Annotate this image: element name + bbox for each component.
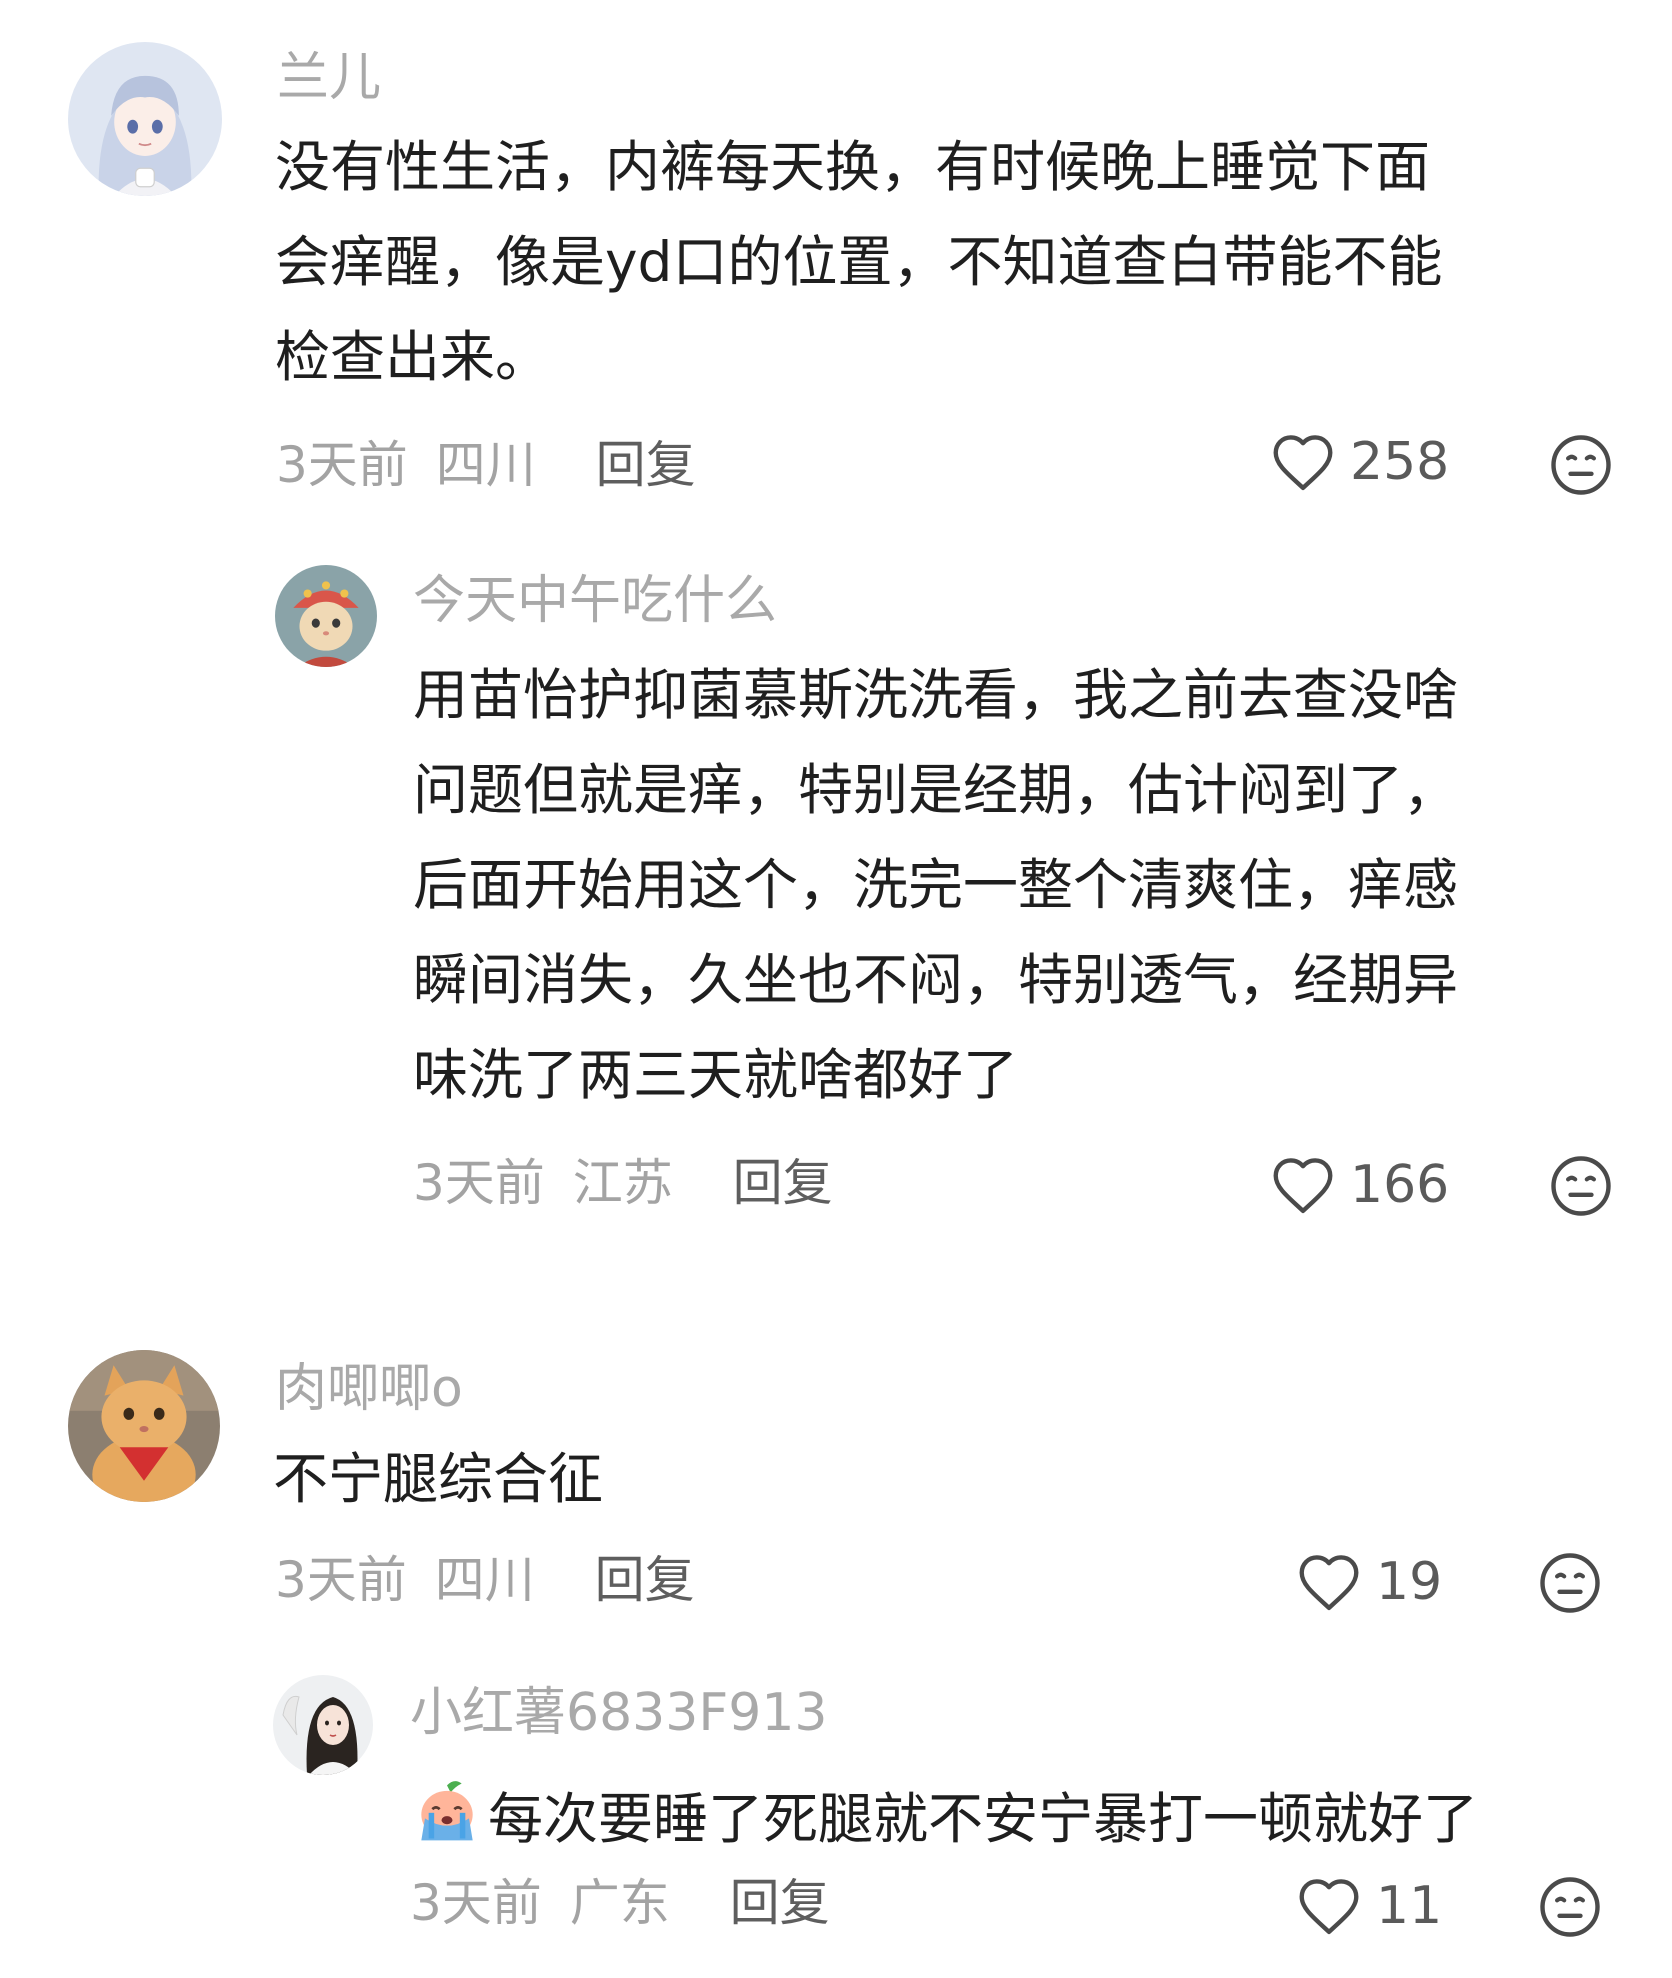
comment-text: 没有性生活，内裤每天换，有时候晚上睡觉下面 会痒醒，像是yd口的位置，不知道查白… — [275, 140, 1442, 425]
like-count: 19 — [1376, 1552, 1443, 1612]
reply-text-line: 味洗了两三天就啥都好了 — [413, 1043, 1019, 1107]
heart-icon — [1270, 432, 1336, 492]
comment-username[interactable]: 肉唧唧o — [275, 1363, 463, 1415]
reply-button[interactable]: 回复 — [730, 1878, 830, 1928]
comment-text-line: 不宁腿综合征 — [273, 1447, 604, 1511]
reply-text: 用苗怡护抑菌慕斯洗洗看，我之前去查没啥 问题但就是痒，特别是经期，估计闷到了， … — [413, 668, 1458, 1143]
like-button[interactable]: 19 — [1296, 1552, 1442, 1612]
comment-location: 四川 — [434, 1551, 535, 1609]
reply-button[interactable]: 回复 — [595, 1555, 695, 1605]
like-count: 166 — [1350, 1155, 1450, 1215]
comment-text-line: 检查出来。 — [275, 325, 551, 389]
reply-text-line: 瞬间消失，久坐也不闷，特别透气，经期异 — [413, 948, 1459, 1012]
dislike-button[interactable] — [1548, 1153, 1614, 1219]
like-button[interactable]: 11 — [1296, 1876, 1442, 1936]
like-count: 11 — [1376, 1876, 1443, 1936]
comment-time: 3天前 — [276, 436, 408, 494]
reply-meta: 3天前 广东 回复 — [410, 1878, 830, 1928]
comment-meta: 3天前 四川 回复 — [275, 1555, 695, 1605]
reply-time: 3天前 — [410, 1874, 542, 1932]
avatar-woman-portrait[interactable] — [273, 1675, 373, 1775]
comment-text-line: 没有性生活，内裤每天换，有时候晚上睡觉下面 — [275, 135, 1431, 199]
dislike-button[interactable] — [1537, 1550, 1603, 1616]
meh-face-icon — [1548, 1153, 1614, 1219]
reply-text-line: 问题但就是痒，特别是经期，估计闷到了， — [413, 758, 1459, 822]
avatar-orange-cat[interactable] — [68, 1350, 220, 1502]
comment-text-line: 会痒醒，像是yd口的位置，不知道查白带能不能 — [275, 230, 1443, 294]
like-button[interactable]: 166 — [1270, 1155, 1449, 1215]
reply-location: 江苏 — [572, 1154, 673, 1212]
reply-text: 每次要睡了死腿就不安宁暴打一顿就好了 — [410, 1778, 1478, 1873]
heart-icon — [1270, 1155, 1336, 1215]
reply-text-content: 每次要睡了死腿就不安宁暴打一顿就好了 — [488, 1787, 1479, 1851]
meh-face-icon — [1537, 1874, 1603, 1940]
reply-time: 3天前 — [413, 1154, 545, 1212]
like-button[interactable]: 258 — [1270, 432, 1449, 492]
avatar-cat-costume[interactable] — [275, 565, 377, 667]
comment-meta: 3天前 四川 回复 — [276, 440, 696, 490]
dislike-button[interactable] — [1537, 1874, 1603, 1940]
meh-face-icon — [1537, 1550, 1603, 1616]
comment-text: 不宁腿综合征 — [273, 1452, 603, 1547]
heart-icon — [1296, 1876, 1362, 1936]
comment-username[interactable]: 兰儿 — [277, 52, 381, 104]
comment-time: 3天前 — [275, 1551, 407, 1609]
dislike-button[interactable] — [1548, 432, 1614, 498]
reply-text-line: 后面开始用这个，洗完一整个清爽住，痒感 — [413, 853, 1459, 917]
reply-button[interactable]: 回复 — [733, 1158, 833, 1208]
reply-meta: 3天前 江苏 回复 — [413, 1158, 833, 1208]
like-count: 258 — [1350, 432, 1450, 492]
reply-button[interactable]: 回复 — [596, 440, 696, 490]
meh-face-icon — [1548, 432, 1614, 498]
avatar-anime-girl[interactable] — [68, 42, 222, 196]
heart-icon — [1296, 1552, 1362, 1612]
reply-username[interactable]: 小红薯6833F913 — [410, 1687, 828, 1739]
reply-location: 广东 — [569, 1874, 670, 1932]
reply-text-line: 每次要睡了死腿就不安宁暴打一顿就好了 — [410, 1778, 1478, 1873]
comment-location: 四川 — [435, 436, 536, 494]
reply-text-line: 用苗怡护抑菌慕斯洗洗看，我之前去查没啥 — [413, 663, 1459, 727]
crying-peach-emoji — [410, 1778, 484, 1853]
reply-username[interactable]: 今天中午吃什么 — [413, 575, 777, 627]
